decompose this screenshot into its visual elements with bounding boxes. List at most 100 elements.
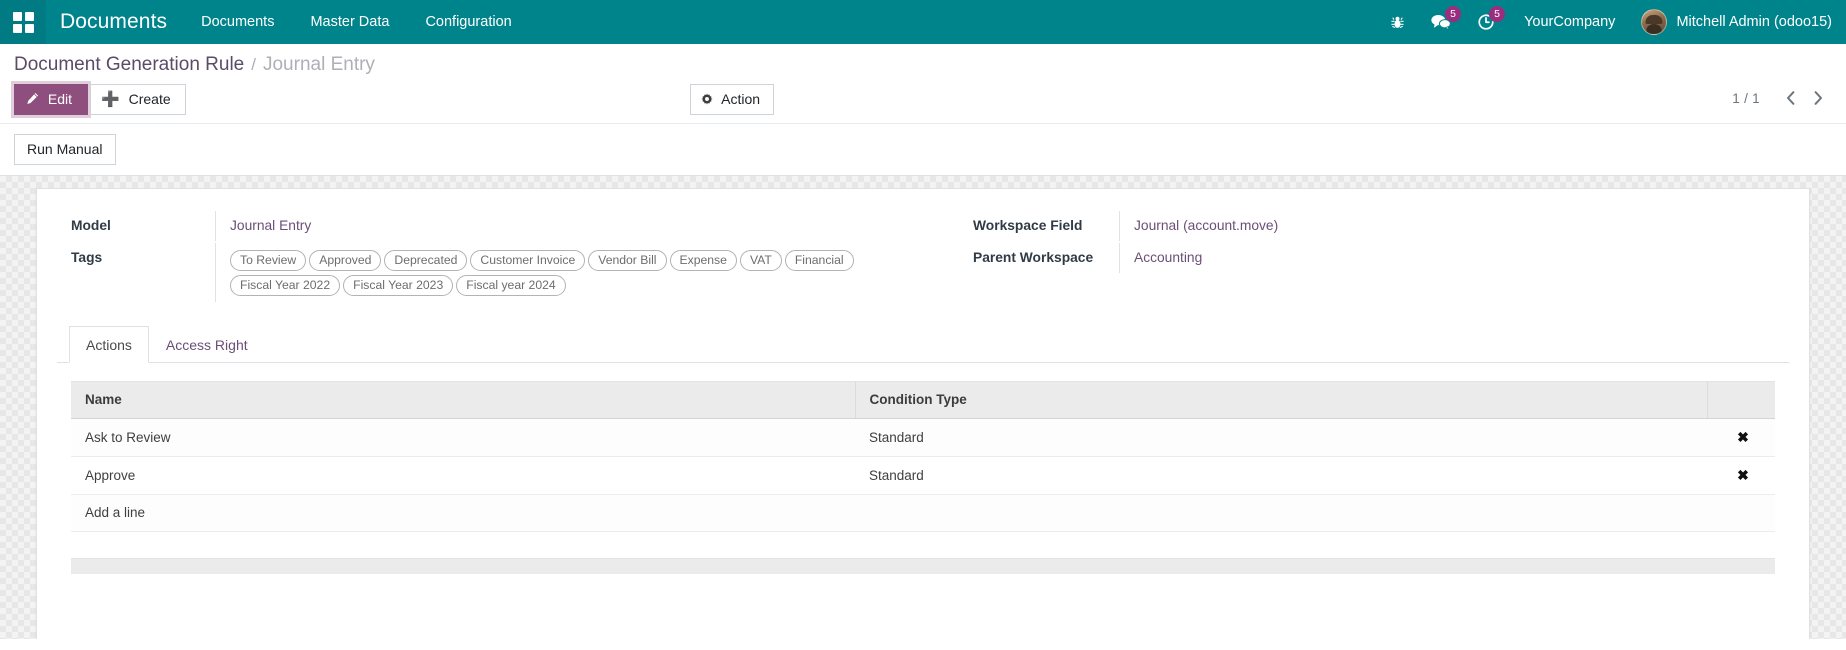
bug-icon xyxy=(1391,16,1404,28)
form-group-left: Model Journal Entry Tags To Review Appro… xyxy=(57,211,923,304)
tag-list: To Review Approved Deprecated Customer I… xyxy=(230,249,903,296)
messages-button[interactable]: 5 xyxy=(1418,0,1464,44)
close-x-icon[interactable]: ✖ xyxy=(1737,428,1749,446)
field-tags-value[interactable]: To Review Approved Deprecated Customer I… xyxy=(215,243,903,302)
menu-item-configuration[interactable]: Configuration xyxy=(407,0,529,44)
chevron-left-icon xyxy=(1786,91,1794,105)
field-parent-workspace-value[interactable]: Accounting xyxy=(1119,243,1769,273)
control-panel: Document Generation Rule / Journal Entry… xyxy=(0,44,1846,176)
action-menu-wrapper: Action xyxy=(690,84,775,115)
messages-counter-badge: 5 xyxy=(1445,6,1462,22)
field-workspace-field-label: Workspace Field xyxy=(973,218,1083,233)
breadcrumb: Document Generation Rule / Journal Entry xyxy=(0,44,1846,78)
tab-access-right[interactable]: Access Right xyxy=(149,326,265,363)
tag-item[interactable]: Approved xyxy=(309,250,382,271)
breadcrumb-parent[interactable]: Document Generation Rule xyxy=(14,54,244,76)
table-row[interactable]: Approve Standard ✖ xyxy=(71,456,1775,495)
run-manual-button[interactable]: Run Manual xyxy=(14,134,116,165)
close-x-icon[interactable]: ✖ xyxy=(1737,466,1749,484)
form-group-right: Workspace Field Journal (account.move) P… xyxy=(923,211,1789,304)
actions-table-head: Name Condition Type xyxy=(71,381,1775,419)
cell-delete[interactable]: ✖ xyxy=(1707,418,1775,457)
breadcrumb-current: Journal Entry xyxy=(262,54,375,75)
form-sheet: Model Journal Entry Tags To Review Appro… xyxy=(36,188,1810,639)
field-tags: Tags To Review Approved Deprecated Custo… xyxy=(57,243,903,302)
edit-button[interactable]: Edit xyxy=(14,84,89,115)
field-parent-workspace: Parent Workspace Accounting xyxy=(959,243,1769,273)
column-header-condition-type[interactable]: Condition Type xyxy=(854,381,1707,419)
pager-previous-button[interactable] xyxy=(1776,84,1804,112)
tag-item[interactable]: VAT xyxy=(739,250,782,271)
field-workspace-field: Workspace Field Journal (account.move) xyxy=(959,211,1769,241)
field-workspace-field-text: Journal (account.move) xyxy=(1134,218,1279,233)
field-model-label: Model xyxy=(71,218,111,233)
breadcrumb-separator: / xyxy=(251,55,256,74)
column-header-name[interactable]: Name xyxy=(71,381,855,419)
tag-item[interactable]: Customer Invoice xyxy=(470,250,586,271)
cell-delete[interactable]: ✖ xyxy=(1707,456,1775,495)
field-model-link[interactable]: Journal Entry xyxy=(230,218,311,233)
cell-condition-type[interactable]: Standard xyxy=(855,456,1707,495)
tag-item[interactable]: Vendor Bill xyxy=(588,250,667,271)
top-navbar: Documents Documents Master Data Configur… xyxy=(0,0,1846,44)
cell-name[interactable]: Approve xyxy=(71,456,855,495)
action-menu-label: Action xyxy=(721,91,761,107)
form-groups: Model Journal Entry Tags To Review Appro… xyxy=(57,207,1789,304)
form-background: Model Journal Entry Tags To Review Appro… xyxy=(0,176,1846,639)
company-switcher[interactable]: YourCompany xyxy=(1508,14,1635,30)
user-menu[interactable]: Mitchell Admin (odoo15) xyxy=(1635,9,1832,35)
field-model-value[interactable]: Journal Entry xyxy=(215,211,903,241)
tab-actions[interactable]: Actions xyxy=(69,326,149,363)
debug-menu-button[interactable] xyxy=(1377,0,1418,44)
activities-button[interactable]: 5 xyxy=(1464,0,1508,44)
create-button[interactable]: ➕ Create xyxy=(90,84,186,115)
pager-value[interactable]: 1 / 1 xyxy=(1732,91,1776,106)
actions-table-footer xyxy=(71,558,1775,574)
add-a-line-link[interactable]: Add a line xyxy=(71,494,1775,532)
cell-name[interactable]: Ask to Review xyxy=(71,418,855,457)
tag-item[interactable]: To Review xyxy=(230,250,307,271)
navbar-right-tools: 5 5 YourCompany Mitchell Admin (odoo15) xyxy=(1377,0,1846,44)
add-line-row[interactable]: Add a line xyxy=(71,494,1775,532)
field-model: Model Journal Entry xyxy=(57,211,903,241)
column-header-actions xyxy=(1706,381,1775,419)
tag-item[interactable]: Financial xyxy=(784,250,854,271)
notebook-tabs: Actions Access Right xyxy=(57,326,1789,363)
status-button-bar: Run Manual xyxy=(0,123,1846,175)
notebook: Actions Access Right Name Condition Type xyxy=(57,326,1789,574)
cell-condition-type[interactable]: Standard xyxy=(855,418,1707,457)
tag-item[interactable]: Deprecated xyxy=(384,250,468,271)
chevron-right-icon xyxy=(1814,91,1822,105)
pager-next-button[interactable] xyxy=(1804,84,1832,112)
edit-button-label: Edit xyxy=(47,91,73,107)
actions-table-body: Ask to Review Standard ✖ Approve Standar… xyxy=(71,418,1775,532)
gear-icon xyxy=(701,91,713,110)
menu-item-documents[interactable]: Documents xyxy=(183,0,292,44)
activities-counter-badge: 5 xyxy=(1489,6,1506,22)
tag-item[interactable]: Fiscal Year 2023 xyxy=(343,275,454,296)
field-tags-label: Tags xyxy=(71,250,103,265)
tag-item[interactable]: Expense xyxy=(669,250,737,271)
create-button-label: Create xyxy=(128,91,171,107)
field-parent-workspace-link[interactable]: Accounting xyxy=(1134,250,1202,265)
app-brand-title[interactable]: Documents xyxy=(46,0,183,44)
field-workspace-field-value[interactable]: Journal (account.move) xyxy=(1119,211,1769,241)
pager: 1 / 1 xyxy=(1732,84,1832,112)
menu-item-master-data[interactable]: Master Data xyxy=(292,0,407,44)
user-avatar xyxy=(1641,9,1668,35)
action-menu-button[interactable]: Action xyxy=(690,84,775,115)
tag-item[interactable]: Fiscal year 2024 xyxy=(456,275,566,296)
apps-launcher-button[interactable] xyxy=(0,0,46,44)
field-parent-workspace-label: Parent Workspace xyxy=(973,250,1094,265)
actions-table: Name Condition Type Ask to Review Standa… xyxy=(71,381,1775,532)
actions-list-container: Name Condition Type Ask to Review Standa… xyxy=(57,363,1789,574)
control-panel-buttons: Edit ➕ Create Action 1 / 1 xyxy=(0,78,1846,123)
plus-icon: ➕ xyxy=(101,91,120,108)
table-header-row: Name Condition Type xyxy=(71,381,1775,419)
user-menu-label: Mitchell Admin (odoo15) xyxy=(1676,14,1832,30)
grid-apps-icon xyxy=(12,11,34,33)
pencil-icon xyxy=(26,91,39,110)
tag-item[interactable]: Fiscal Year 2022 xyxy=(230,275,341,296)
main-menu: Documents Master Data Configuration xyxy=(183,0,530,44)
table-row[interactable]: Ask to Review Standard ✖ xyxy=(71,418,1775,457)
